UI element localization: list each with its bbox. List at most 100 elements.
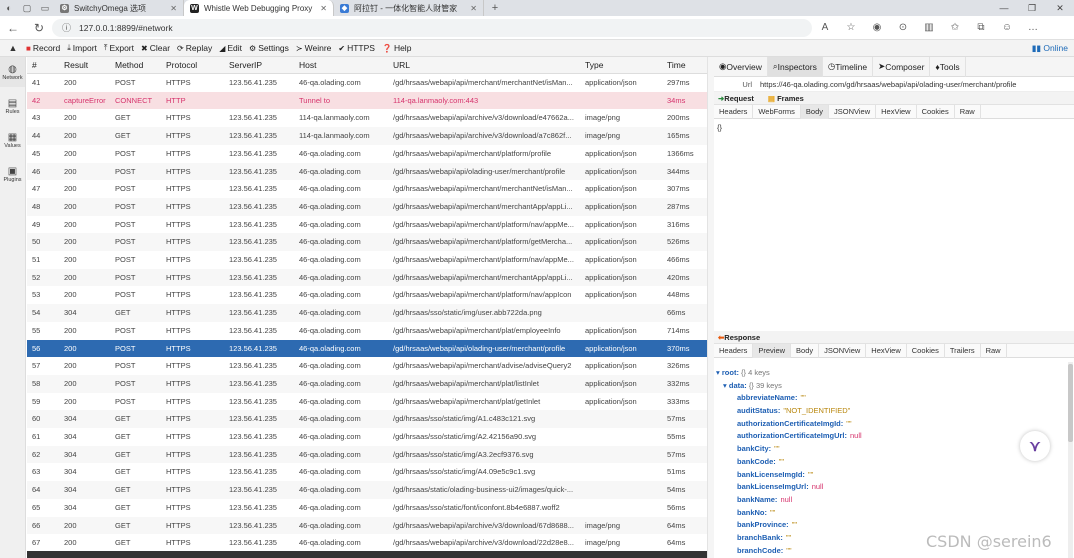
req-tab-jsonview[interactable]: JSONView: [829, 104, 877, 119]
table-row[interactable]: 49 200 POST HTTPS 123.56.41.235 46-qa.olading…: [27, 216, 707, 234]
horizontal-scrollbar[interactable]: [27, 551, 707, 558]
close-window-button[interactable]: ✕: [1046, 3, 1074, 14]
res-tab-hexview[interactable]: HexView: [866, 343, 907, 358]
table-row[interactable]: 64 304 GET HTTPS 123.56.41.235 46-qa.olading.…: [27, 481, 707, 499]
table-row[interactable]: 47 200 POST HTTPS 123.56.41.235 46-qa.olading…: [27, 180, 707, 198]
column-header-method[interactable]: Method: [115, 60, 143, 70]
table-row[interactable]: 66 200 GET HTTPS 123.56.41.235 46-qa.olading.…: [27, 516, 707, 535]
column-header-protocol[interactable]: Protocol: [166, 60, 197, 70]
table-row[interactable]: 46 200 POST HTTPS 123.56.41.235 46-qa.olading…: [27, 162, 707, 181]
profile-icon[interactable]: ◐: [0, 0, 18, 16]
table-row[interactable]: 65 304 GET HTTPS 123.56.41.235 46-qa.olading.…: [27, 499, 707, 517]
json-root-row[interactable]: ▾ root: {} 4 keys: [714, 368, 1066, 381]
res-tab-jsonview[interactable]: JSONView: [819, 343, 867, 358]
table-row[interactable]: 51 200 POST HTTPS 123.56.41.235 46-qa.olading…: [27, 251, 707, 269]
clear-button[interactable]: ✖ Clear: [141, 43, 170, 53]
res-tab-trailers[interactable]: Trailers: [945, 343, 981, 358]
favorites-icon[interactable]: ✩: [942, 22, 968, 33]
help-button[interactable]: ❓ Help: [382, 43, 411, 53]
req-tab-raw[interactable]: Raw: [955, 104, 981, 119]
minimize-button[interactable]: —: [990, 3, 1018, 13]
workspaces-icon[interactable]: ▢: [18, 0, 36, 16]
table-row[interactable]: 55 200 POST HTTPS 123.56.41.235 46-qa.olading…: [27, 322, 707, 340]
table-row[interactable]: 52 200 POST HTTPS 123.56.41.235 46-qa.olading…: [27, 268, 707, 287]
req-tab-headers[interactable]: Headers: [714, 104, 754, 119]
req-tab-webforms[interactable]: WebForms: [753, 104, 801, 119]
res-tab-raw[interactable]: Raw: [981, 343, 1007, 358]
online-status[interactable]: ▮▮ Online: [1032, 43, 1068, 54]
tab-tools[interactable]: ♦ Tools: [930, 56, 966, 77]
replay-button[interactable]: ⟳ Replay: [177, 43, 212, 53]
json-field-row[interactable]: authorizationCertificateImgId: "": [714, 419, 1066, 432]
table-row[interactable]: 56 200 POST HTTPS 123.56.41.235 46-qa.olading…: [27, 339, 707, 358]
response-label[interactable]: Response: [724, 333, 760, 342]
read-aloud-icon[interactable]: A: [812, 22, 838, 33]
reload-icon[interactable]: ↻: [26, 21, 52, 35]
column-header-index[interactable]: #: [32, 60, 37, 70]
json-field-row[interactable]: bankNo: "": [714, 508, 1066, 521]
req-tab-hexview[interactable]: HexView: [876, 104, 917, 119]
favorite-icon[interactable]: ☆: [838, 22, 864, 33]
table-row[interactable]: 67 200 GET HTTPS 123.56.41.235 46-qa.olading.…: [27, 534, 707, 552]
tab-timeline[interactable]: ◷ Timeline: [823, 56, 874, 77]
table-row[interactable]: 62 304 GET HTTPS 123.56.41.235 46-qa.olading.…: [27, 445, 707, 464]
browser-tab-alading[interactable]: ◆ 阿拉钉 - 一体化智能人财管家 ✕: [334, 0, 484, 16]
table-row[interactable]: 48 200 POST HTTPS 123.56.41.235 46-qa.olading…: [27, 197, 707, 216]
proxy-icon[interactable]: ⊙: [890, 22, 916, 33]
table-row[interactable]: 63 304 GET HTTPS 123.56.41.235 46-qa.olading.…: [27, 463, 707, 481]
tab-inspectors[interactable]: ⌕ Inspectors: [767, 56, 823, 77]
table-row[interactable]: 54 304 GET HTTPS 123.56.41.235 46-qa.olading.…: [27, 304, 707, 322]
request-label[interactable]: Request: [724, 94, 754, 103]
table-row[interactable]: 57 200 POST HTTPS 123.56.41.235 46-qa.olading…: [27, 357, 707, 375]
info-icon[interactable]: ⓘ: [62, 21, 71, 34]
json-field-row[interactable]: bankLicenseImgUrl: null: [714, 482, 1066, 495]
column-header-serverip[interactable]: ServerIP: [229, 60, 262, 70]
sidebar-item-network[interactable]: ◍ Network: [0, 57, 25, 87]
res-tab-preview[interactable]: Preview: [753, 343, 792, 358]
json-field-row[interactable]: bankLicenseImgId: "": [714, 470, 1066, 483]
more-icon[interactable]: …: [1020, 22, 1046, 33]
settings-button[interactable]: ⚙ Settings: [249, 43, 289, 53]
new-tab-button[interactable]: +: [484, 0, 506, 16]
back-icon[interactable]: ←: [0, 21, 26, 35]
sidebar-item-values[interactable]: ▦ Values: [0, 125, 25, 155]
json-field-row[interactable]: bankCity: "": [714, 444, 1066, 457]
table-row[interactable]: 50 200 POST HTTPS 123.56.41.235 46-qa.olading…: [27, 233, 707, 251]
table-row[interactable]: 44 200 GET HTTPS 123.56.41.235 114-qa.lanmaol…: [27, 127, 707, 145]
edit-button[interactable]: ◢ Edit: [219, 43, 242, 53]
record-button[interactable]: ■ Record: [26, 43, 60, 53]
table-row[interactable]: 43 200 GET HTTPS 123.56.41.235 114-qa.lanmaol…: [27, 109, 707, 127]
table-row[interactable]: 45 200 POST HTTPS 123.56.41.235 46-qa.olading…: [27, 145, 707, 163]
split-screen-icon[interactable]: ▥: [916, 22, 942, 33]
tab-overview[interactable]: ◉ Overview: [714, 56, 768, 77]
table-row[interactable]: 58 200 POST HTTPS 123.56.41.235 46-qa.olading…: [27, 374, 707, 393]
whistle-logo-icon[interactable]: ⋎: [1020, 431, 1050, 461]
table-row[interactable]: 61 304 GET HTTPS 123.56.41.235 46-qa.olading.…: [27, 428, 707, 446]
import-button[interactable]: ⤓ Import: [67, 43, 97, 53]
json-scroll-thumb[interactable]: [1068, 364, 1073, 442]
json-field-row[interactable]: authorizationCertificateImgUrl: null: [714, 431, 1066, 444]
json-data-row[interactable]: ▾ data: {} 39 keys: [714, 381, 1066, 394]
json-scrollbar[interactable]: [1068, 362, 1073, 558]
column-header-time[interactable]: Time: [667, 60, 686, 70]
weinre-button[interactable]: ≻ Weinre: [296, 43, 331, 53]
browser-tab-switchyomega[interactable]: ⚙ SwitchyOmega 选项 ✕: [54, 0, 184, 16]
json-field-row[interactable]: bankName: null: [714, 495, 1066, 508]
table-row[interactable]: 53 200 POST HTTPS 123.56.41.235 46-qa.olading…: [27, 286, 707, 304]
column-header-result[interactable]: Result: [64, 60, 88, 70]
req-tab-cookies[interactable]: Cookies: [917, 104, 955, 119]
res-tab-body[interactable]: Body: [791, 343, 820, 358]
table-row[interactable]: 41 200 POST HTTPS 123.56.41.235 46-qa.olading…: [27, 74, 707, 92]
json-field-row[interactable]: bankCode: "": [714, 457, 1066, 470]
profile-avatar-icon[interactable]: ☺: [994, 22, 1020, 33]
collections-icon[interactable]: ⧉: [968, 22, 994, 33]
json-field-row[interactable]: abbreviateName: "": [714, 393, 1066, 406]
res-tab-cookies[interactable]: Cookies: [907, 343, 945, 358]
table-scrollbar[interactable]: [707, 57, 714, 558]
column-header-url[interactable]: URL: [393, 60, 410, 70]
req-tab-body[interactable]: Body: [800, 104, 830, 119]
sidebar-item-rules[interactable]: ▤ Rules: [0, 91, 25, 121]
column-header-host[interactable]: Host: [299, 60, 316, 70]
request-body[interactable]: {}: [714, 119, 1074, 331]
table-row[interactable]: 59 200 POST HTTPS 123.56.41.235 46-qa.olading…: [27, 393, 707, 411]
